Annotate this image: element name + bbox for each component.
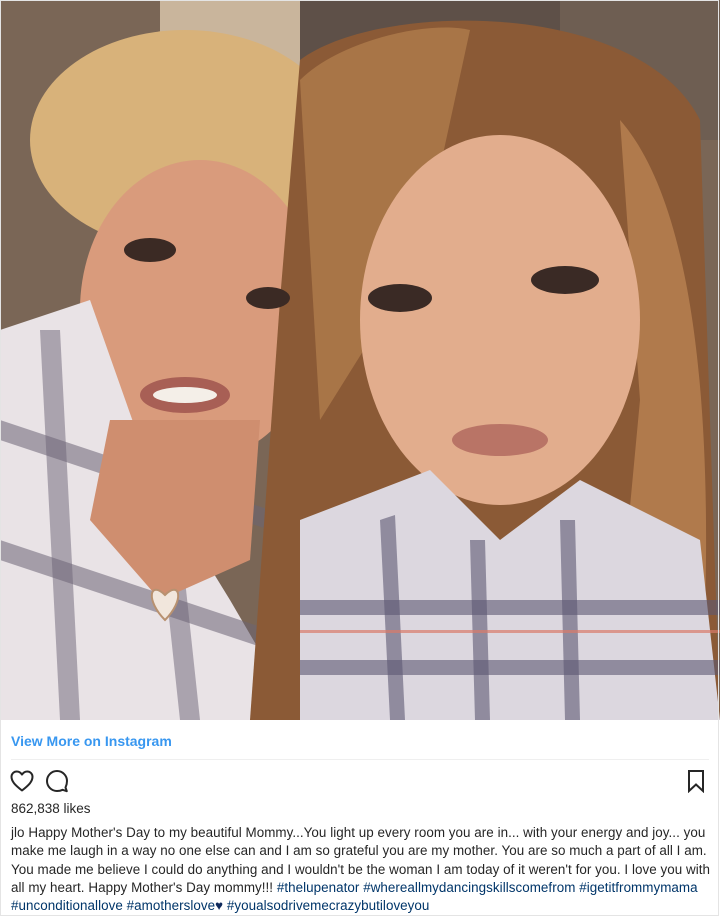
view-more-on-instagram-link[interactable]: View More on Instagram	[11, 733, 172, 749]
likes-count[interactable]: 862,838 likes	[11, 801, 91, 816]
divider	[11, 759, 709, 760]
post-photo	[0, 0, 720, 720]
bookmark-icon[interactable]	[682, 767, 710, 795]
hashtag-link[interactable]: #whereallmydancingskillscomefrom	[363, 880, 575, 895]
action-bar	[8, 767, 710, 795]
hashtag-link[interactable]: #thelupenator	[277, 880, 360, 895]
hashtag-link[interactable]: #igetitfrommymama	[579, 880, 697, 895]
hashtag-link[interactable]: #youalsodrivemecrazybutiloveyou	[227, 898, 430, 913]
heart-outline-icon[interactable]	[8, 767, 36, 795]
caption-username[interactable]: jlo	[11, 825, 25, 840]
speech-bubble-icon[interactable]	[43, 767, 71, 795]
hashtag-link[interactable]: #unconditionallove	[11, 898, 123, 913]
post-caption: jlo Happy Mother's Day to my beautiful M…	[11, 824, 711, 915]
hashtag-link[interactable]: #amotherslove	[127, 898, 215, 913]
heart-emoji-icon: ♥	[215, 898, 224, 914]
